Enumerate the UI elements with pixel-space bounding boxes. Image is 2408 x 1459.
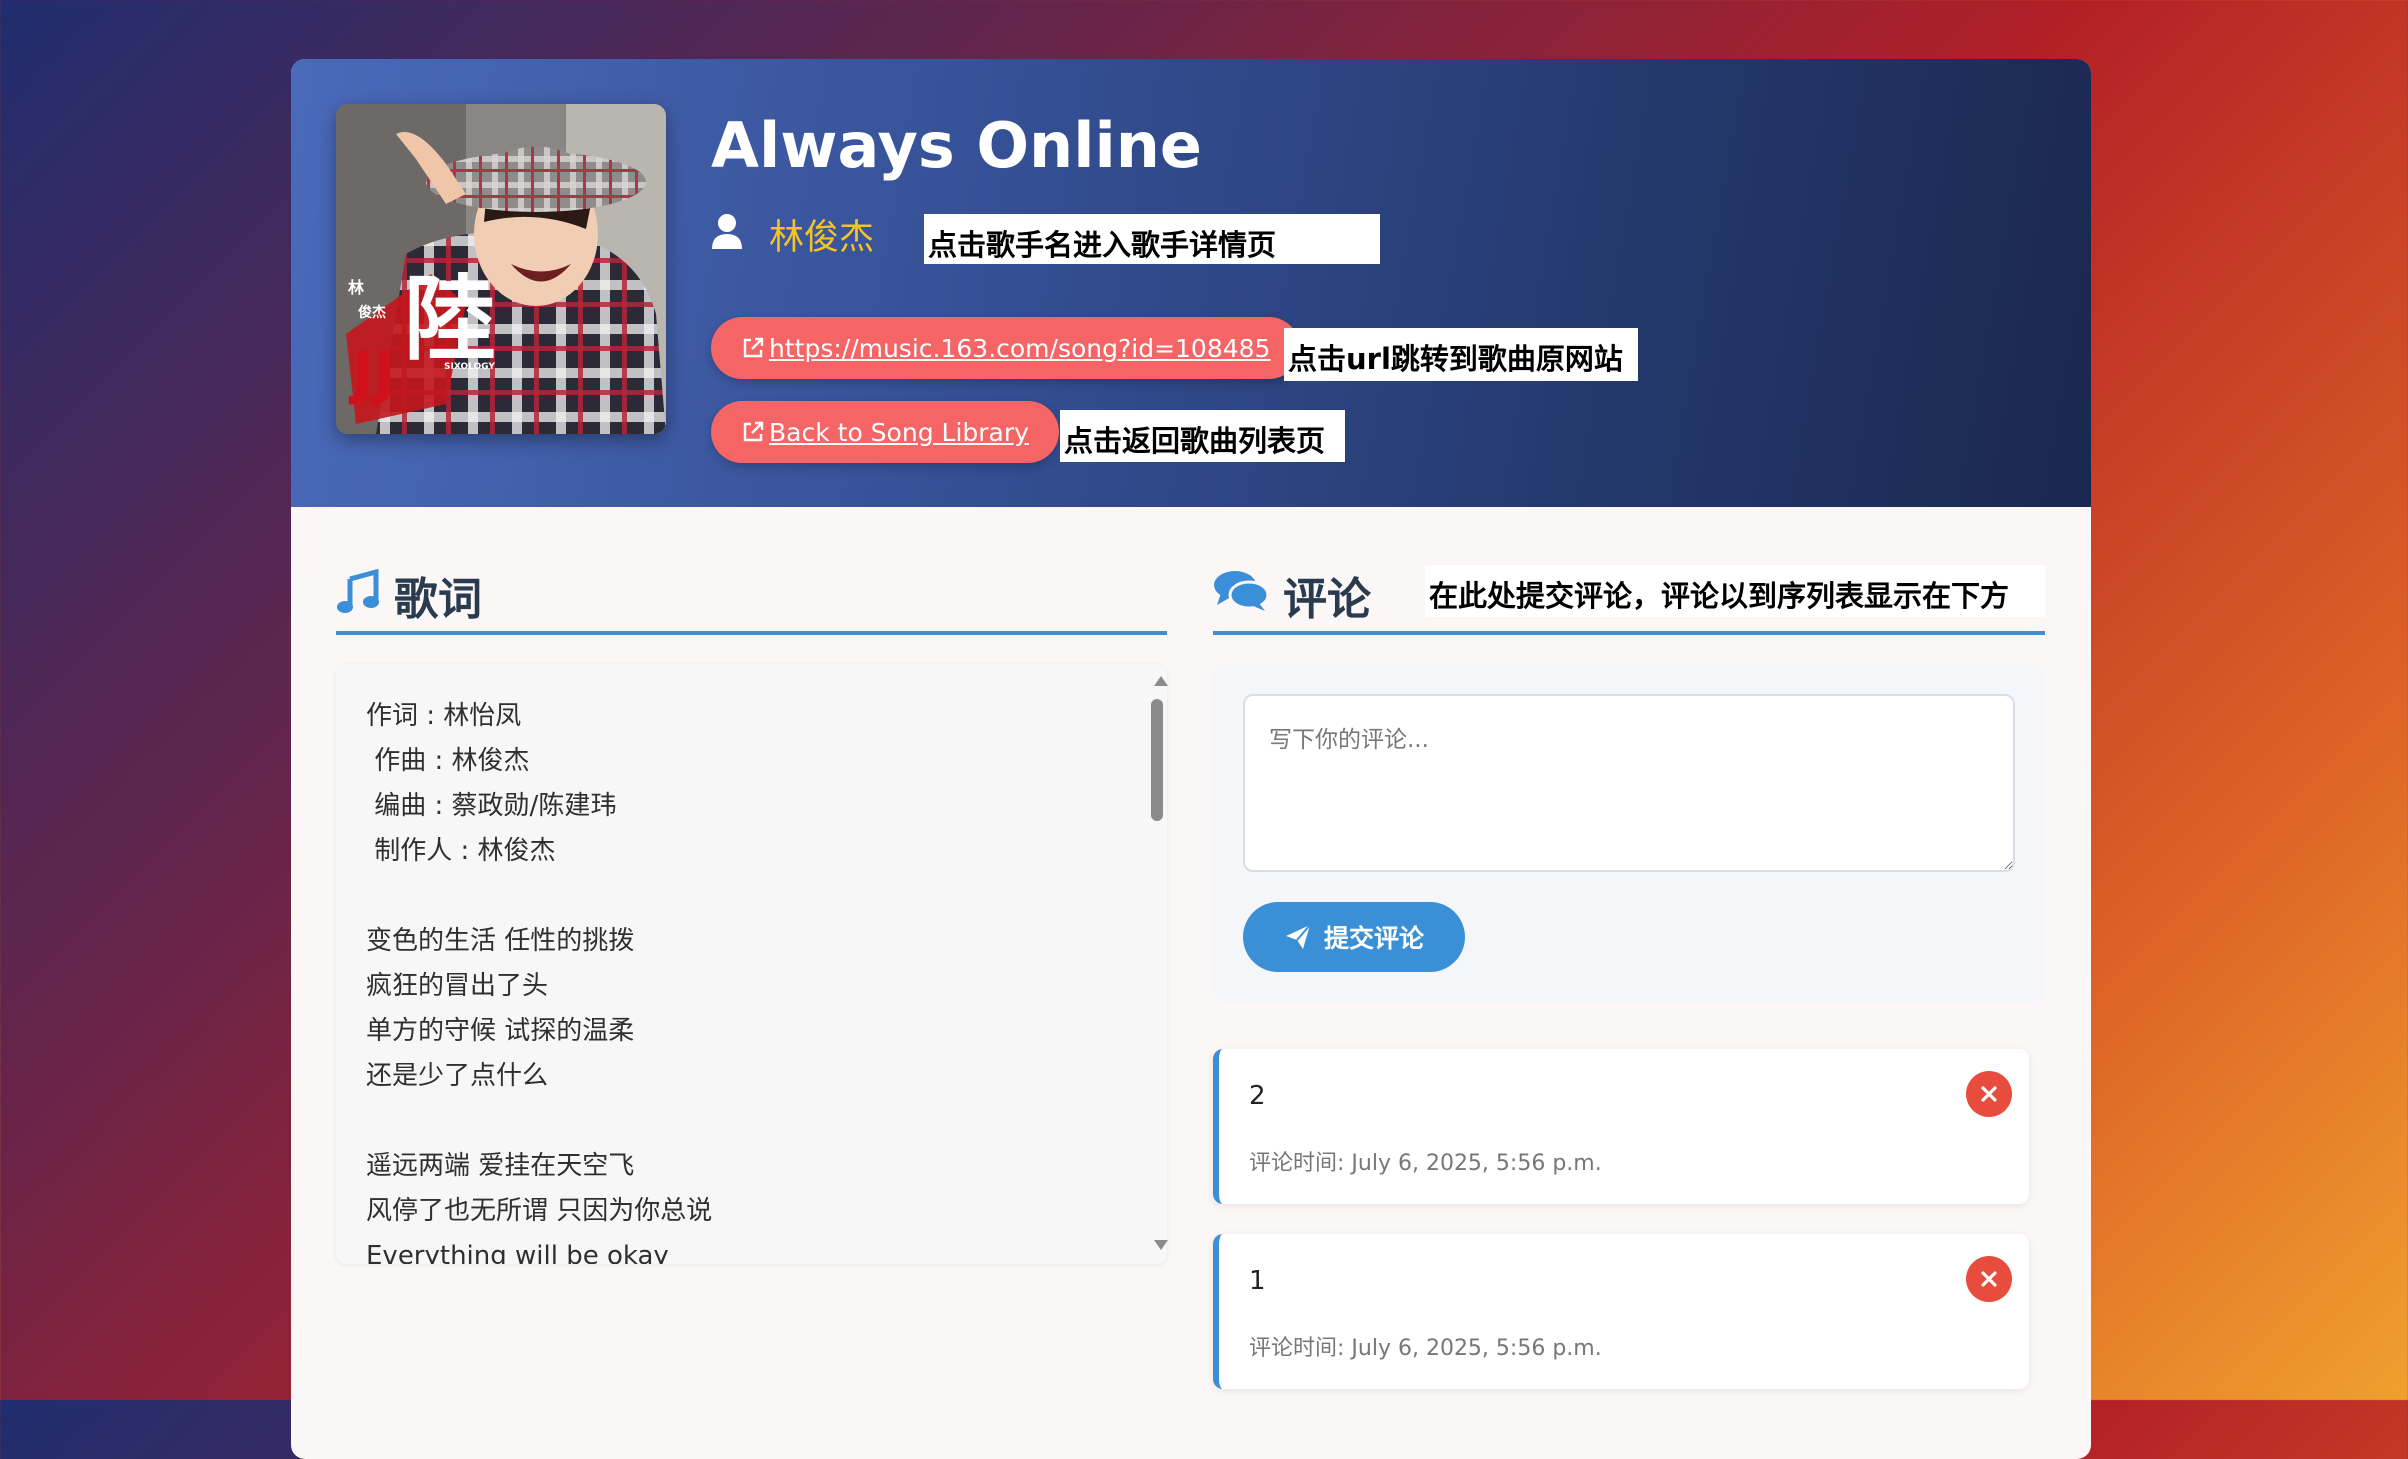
scroll-down-arrow[interactable] [1154, 1240, 1168, 1250]
comment-time: 评论时间: July 6, 2025, 5:56 p.m. [1249, 1336, 1602, 1361]
comment-item: 2 评论时间: July 6, 2025, 5:56 p.m. [1213, 1049, 2029, 1204]
close-icon [1981, 1086, 1997, 1102]
comment-form: 提交评论 [1213, 664, 2045, 1002]
song-header: 林 俊杰 陸 JJ SIXOLOGY Always Online 林俊杰 点击歌… [291, 59, 2091, 507]
song-detail-card: 林 俊杰 陸 JJ SIXOLOGY Always Online 林俊杰 点击歌… [291, 59, 2091, 1459]
cover-text-lin: 林 [348, 278, 365, 297]
external-link-icon [743, 337, 764, 358]
note-back: 点击返回歌曲列表页 [1060, 410, 1345, 462]
scroll-up-arrow[interactable] [1154, 676, 1168, 686]
song-title: Always Online [711, 109, 1202, 182]
album-cover: 林 俊杰 陸 JJ SIXOLOGY [336, 104, 666, 434]
note-url: 点击url跳转到歌曲原网站 [1284, 328, 1638, 381]
song-url-text: https://music.163.com/song?id=108485 [769, 333, 1271, 363]
lyrics-section-header: 歌词 [336, 559, 1167, 635]
note-comments: 在此处提交评论，评论以到序列表显示在下方 [1425, 565, 2045, 617]
back-to-library-label: Back to Song Library [769, 417, 1029, 447]
back-to-library-button[interactable]: Back to Song Library [711, 401, 1059, 463]
comment-text: 2 [1249, 1081, 1266, 1111]
delete-comment-button[interactable] [1966, 1256, 2012, 1302]
cover-text-jj: JJ [352, 339, 396, 407]
external-link-icon [743, 421, 764, 442]
lyrics-scroll-box[interactable]: 作词 : 林怡凤 作曲 : 林俊杰 编曲 : 蔡政勋/陈建玮 制作人 : 林俊杰… [336, 664, 1167, 1264]
delete-comment-button[interactable] [1966, 1071, 2012, 1117]
song-url-button[interactable]: https://music.163.com/song?id=108485 [711, 317, 1301, 379]
note-artist: 点击歌手名进入歌手详情页 [924, 214, 1380, 264]
music-note-icon [337, 569, 379, 613]
cover-text-name: 俊杰 [358, 305, 386, 321]
comments-icon [1214, 571, 1269, 611]
submit-comment-button[interactable]: 提交评论 [1243, 902, 1465, 972]
comment-input[interactable] [1243, 694, 2015, 872]
comment-text: 1 [1249, 1266, 1266, 1296]
user-icon [712, 214, 742, 249]
lyrics-heading: 歌词 [394, 574, 482, 625]
artist-link[interactable]: 林俊杰 [769, 209, 874, 260]
cover-text-small: SIXOLOGY [444, 362, 495, 372]
submit-comment-label: 提交评论 [1323, 924, 1424, 953]
lyrics-scrollbar-thumb[interactable] [1151, 699, 1163, 821]
comments-heading: 评论 [1283, 574, 1371, 625]
comment-item: 1 评论时间: July 6, 2025, 5:56 p.m. [1213, 1234, 2029, 1389]
comment-time: 评论时间: July 6, 2025, 5:56 p.m. [1249, 1151, 1602, 1176]
lyrics-text: 作词 : 林怡凤 作曲 : 林俊杰 编曲 : 蔡政勋/陈建玮 制作人 : 林俊杰… [366, 701, 713, 1264]
close-icon [1981, 1271, 1997, 1287]
comments-section-header: 评论 在此处提交评论，评论以到序列表显示在下方 [1213, 559, 2045, 635]
paper-plane-icon [1285, 924, 1311, 949]
cover-text-big: 陸 [404, 266, 497, 373]
